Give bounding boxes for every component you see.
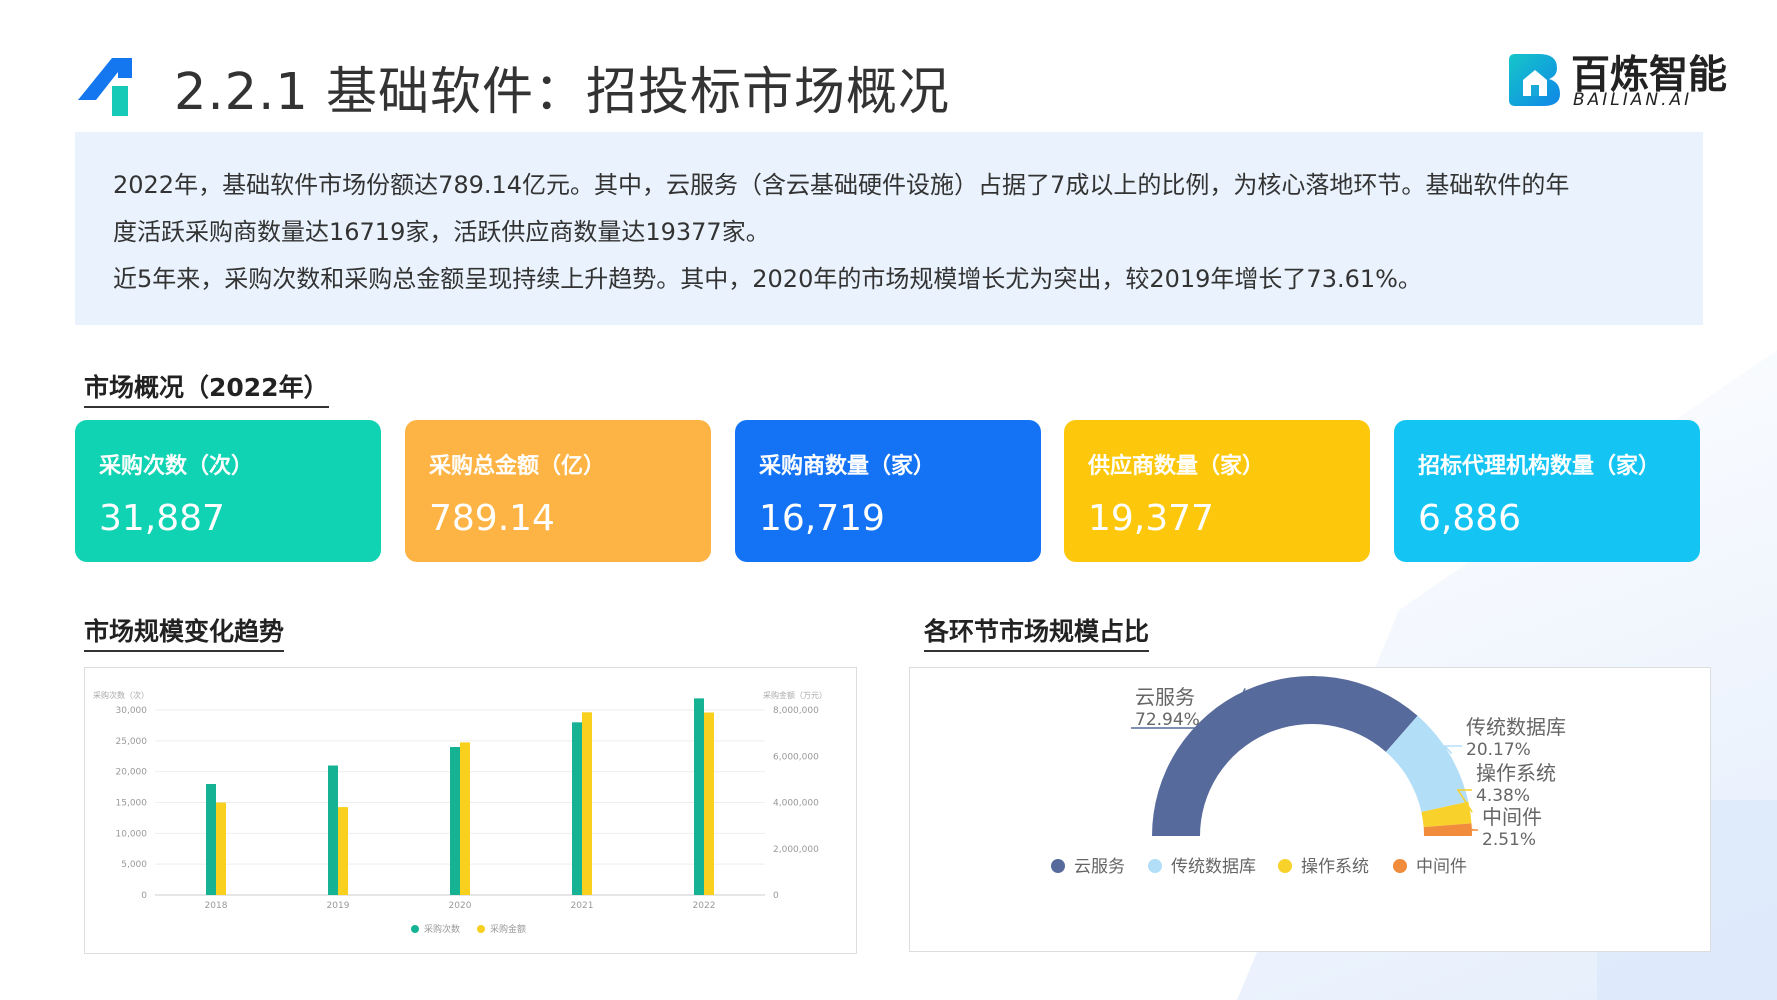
y-tick-label: 25,000 (116, 737, 148, 747)
slice-name-label: 云服务 (1135, 685, 1195, 709)
bar-purchase-count (328, 765, 338, 895)
bar-purchase-amount (460, 742, 470, 895)
kpi-cards: 采购次数（次） 31,887 采购总金额（亿） 789.14 采购商数量（家） … (75, 420, 1700, 562)
y-tick-label: 20,000 (116, 768, 148, 778)
y2-tick-label: 0 (773, 891, 779, 901)
y-tick-label: 15,000 (116, 799, 148, 809)
brand-icon (1509, 54, 1560, 106)
section-logo-icon (78, 58, 132, 116)
trend-heading: 市场规模变化趋势 (84, 612, 285, 652)
x-tick-label: 2020 (449, 901, 472, 911)
slice-value-label: 4.38% (1476, 786, 1530, 806)
legend-label: 云服务 (1074, 857, 1125, 877)
kpi-label: 供应商数量（家） (1088, 454, 1265, 479)
kpi-label: 招标代理机构数量（家） (1418, 454, 1661, 479)
legend-label: 中间件 (1416, 857, 1467, 877)
legend-label: 采购次数 (424, 923, 460, 935)
legend-label: 操作系统 (1301, 857, 1369, 877)
slice-value-label: 20.17% (1466, 740, 1531, 760)
intro-line-3: 近5年来，采购次数和采购总金额呈现持续上升趋势。其中，2020年的市场规模增长尤… (113, 265, 1422, 293)
share-heading: 各环节市场规模占比 (924, 612, 1150, 652)
trend-bar-chart: 采购次数（次） 采购金额（万元） 0 5,000 10,000 15,000 20,000 2… (93, 690, 827, 935)
legend-marker (1278, 859, 1292, 873)
overview-heading: 市场概况（2022年） (84, 368, 329, 408)
legend-label: 采购金额 (490, 923, 526, 935)
share-chart-panel: 云服务 72.94% 传统数据库 20.17% 操作系统 4.38% 中间件 2.51% 云服务… (909, 667, 1711, 952)
kpi-card-buyers: 采购商数量（家） 16,719 (735, 420, 1041, 562)
kpi-label: 采购总金额（亿） (429, 454, 606, 479)
bar-purchase-amount (582, 712, 592, 895)
kpi-value: 16,719 (759, 498, 885, 539)
kpi-value: 789.14 (429, 498, 555, 539)
legend-label: 传统数据库 (1171, 857, 1256, 877)
brand-name-en: BAILIAN.AI (1573, 90, 1693, 110)
slice-value-label: 2.51% (1482, 830, 1536, 850)
kpi-value: 19,377 (1088, 498, 1214, 539)
y2-tick-label: 4,000,000 (773, 799, 819, 809)
y-tick-label: 0 (141, 891, 147, 901)
slice-name-label: 操作系统 (1476, 761, 1556, 785)
y2-tick-label: 6,000,000 (773, 752, 819, 762)
legend-marker (1393, 859, 1407, 873)
intro-line-2: 度活跃采购商数量达16719家，活跃供应商数量达19377家。 (113, 218, 770, 246)
x-tick-label: 2018 (205, 901, 228, 911)
kpi-label: 采购商数量（家） (759, 454, 936, 479)
x-tick-label: 2021 (571, 901, 594, 911)
brand-logo: 百炼智能 BAILIAN.AI (1505, 44, 1731, 112)
kpi-card-agencies: 招标代理机构数量（家） 6,886 (1394, 420, 1700, 562)
y-tick-label: 10,000 (116, 829, 148, 839)
kpi-card-total-amount: 采购总金额（亿） 789.14 (405, 420, 711, 562)
legend-marker (477, 925, 485, 933)
x-tick-label: 2019 (327, 901, 350, 911)
kpi-card-purchase-count: 采购次数（次） 31,887 (75, 420, 381, 562)
x-tick-label: 2022 (693, 901, 716, 911)
y-axis-title: 采购次数（次） (93, 690, 149, 700)
kpi-value: 6,886 (1418, 498, 1522, 539)
y-tick-label: 30,000 (116, 706, 148, 716)
intro-box: 2022年，基础软件市场份额达789.14亿元。其中，云服务（含云基础硬件设施）… (75, 132, 1703, 325)
kpi-label: 采购次数（次） (99, 454, 254, 479)
page-title: 2.2.1 基础软件：招投标市场概况 (174, 63, 950, 122)
kpi-value: 31,887 (99, 498, 225, 539)
y-tick-label: 5,000 (121, 860, 147, 870)
intro-line-1: 2022年，基础软件市场份额达789.14亿元。其中，云服务（含云基础硬件设施）… (113, 171, 1570, 199)
y2-tick-label: 2,000,000 (773, 845, 819, 855)
trend-chart-panel: 采购次数（次） 采购金额（万元） 0 5,000 10,000 15,000 20,000 2… (84, 667, 857, 954)
y2-tick-label: 8,000,000 (773, 706, 819, 716)
slice-name-label: 传统数据库 (1466, 715, 1566, 739)
legend-marker (1148, 859, 1162, 873)
share-donut-chart: 云服务72.94% 传统数据库20.17%操作系统4.38%中间件2.51%云服务… (1051, 676, 1566, 877)
slice-value-label: 72.94% (1135, 710, 1200, 730)
bar-purchase-amount (338, 807, 348, 895)
bar-purchase-amount (704, 712, 714, 895)
kpi-card-suppliers: 供应商数量（家） 19,377 (1064, 420, 1370, 562)
bar-purchase-amount (216, 802, 226, 895)
bar-purchase-count (450, 747, 460, 895)
bar-purchase-count (694, 698, 704, 895)
bar-purchase-count (572, 722, 582, 895)
bar-purchase-count (206, 784, 216, 895)
y2-axis-title: 采购金额（万元） (763, 690, 827, 700)
legend-marker (411, 925, 419, 933)
legend-marker (1051, 859, 1065, 873)
slice-name-label: 中间件 (1482, 805, 1542, 829)
